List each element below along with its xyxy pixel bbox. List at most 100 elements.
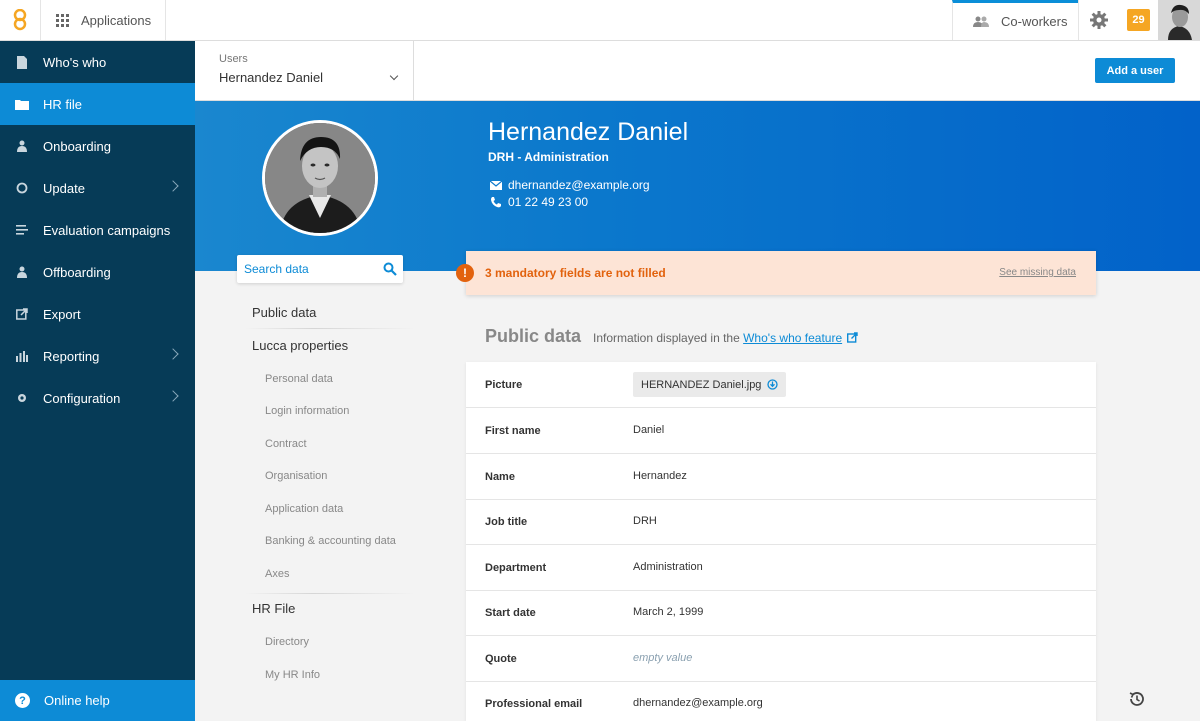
field-value: Daniel <box>633 424 665 436</box>
nav-lucca-properties[interactable]: Lucca properties <box>252 338 348 353</box>
sidebar-item-update[interactable]: Update <box>0 167 195 209</box>
nav-banking-accounting-data[interactable]: Banking & accounting data <box>265 535 396 547</box>
field-value: Administration <box>633 561 703 573</box>
picture-filename: HERNANDEZ Daniel.jpg <box>641 378 762 391</box>
warning-message: 3 mandatory fields are not filled <box>485 266 666 280</box>
field-label: Name <box>485 471 515 483</box>
search-placeholder: Search data <box>244 262 309 276</box>
notification-badge[interactable]: 29 <box>1127 9 1150 31</box>
folder-icon <box>15 97 29 111</box>
field-label: Start date <box>485 607 536 619</box>
sidebar-item-export[interactable]: Export <box>0 293 195 335</box>
mail-icon <box>490 180 502 190</box>
users-caption: Users <box>219 53 248 65</box>
sidebar-item-label: Who's who <box>43 54 107 70</box>
sidebar-item-offboarding[interactable]: Offboarding <box>0 251 195 293</box>
sidebar-item-label: Configuration <box>43 390 121 406</box>
coworkers-button[interactable]: Co-workers <box>952 0 1078 40</box>
export-icon <box>15 307 29 321</box>
settings-button[interactable] <box>1078 0 1119 40</box>
user-avatar[interactable] <box>1158 0 1200 40</box>
nav-directory[interactable]: Directory <box>265 636 309 648</box>
alert-icon: ! <box>456 264 474 282</box>
nav-application-data[interactable]: Application data <box>265 503 343 515</box>
table-row: Picture HERNANDEZ Daniel.jpg <box>466 362 1096 408</box>
people-icon <box>973 16 989 27</box>
section-title: Public data <box>485 326 582 346</box>
nav-public-data[interactable]: Public data <box>252 305 316 320</box>
applications-menu[interactable]: Applications <box>41 0 166 40</box>
field-label: Department <box>485 562 547 574</box>
table-row: Professional email dhernandez@example.or… <box>466 681 1096 721</box>
profile-photo <box>262 120 378 236</box>
user-selector[interactable]: Users Hernandez Daniel <box>195 41 414 100</box>
sidebar-item-onboarding[interactable]: Onboarding <box>0 125 195 167</box>
logo-icon <box>13 9 27 31</box>
sidebar-item-evaluation-campaigns[interactable]: Evaluation campaigns <box>0 209 195 251</box>
field-label: First name <box>485 425 541 437</box>
nav-axes[interactable]: Axes <box>265 568 289 580</box>
coworkers-label: Co-workers <box>1001 14 1068 29</box>
nav-my-hr-info[interactable]: My HR Info <box>265 669 320 681</box>
external-link-icon[interactable] <box>847 332 859 343</box>
profile-name: Hernandez Daniel <box>488 118 689 146</box>
table-row: Quote empty value <box>466 636 1096 682</box>
mandatory-fields-warning: ! 3 mandatory fields are not filled See … <box>456 251 1096 295</box>
lucca-logo[interactable] <box>0 0 41 40</box>
nav-contract[interactable]: Contract <box>265 438 307 450</box>
nav-hr-file[interactable]: HR File <box>252 601 295 616</box>
sidebar-item-label: HR file <box>43 96 83 112</box>
nav-divider <box>245 328 415 329</box>
online-help-button[interactable]: ? Online help <box>0 680 195 721</box>
nav-organisation[interactable]: Organisation <box>265 470 327 482</box>
profile-department: DRH - Administration <box>488 150 609 164</box>
sidebar-item-reporting[interactable]: Reporting <box>0 335 195 377</box>
picture-file-chip[interactable]: HERNANDEZ Daniel.jpg <box>633 372 787 397</box>
sidebar-item-label: Reporting <box>43 348 100 364</box>
sidebar-item-hr-file[interactable]: HR file <box>0 83 195 125</box>
field-label: Professional email <box>485 698 583 710</box>
whos-who-link[interactable]: Who's who feature <box>743 331 842 345</box>
apps-grid-icon <box>56 13 69 27</box>
field-label: Quote <box>485 653 517 665</box>
list-icon <box>15 223 29 237</box>
bar-chart-icon <box>15 349 29 363</box>
chevron-right-icon <box>167 390 179 402</box>
chevron-right-icon <box>167 180 179 192</box>
search-input[interactable]: Search data <box>237 255 403 283</box>
public-data-table: Picture HERNANDEZ Daniel.jpg First name … <box>466 362 1096 721</box>
field-label: Job title <box>485 516 528 528</box>
sidebar-item-label: Update <box>43 180 85 196</box>
field-label: Picture <box>485 379 523 391</box>
section-info-text: Information displayed in the <box>593 331 740 345</box>
table-row: Job title DRH <box>466 499 1096 545</box>
field-value-empty: empty value <box>633 652 693 664</box>
applications-label: Applications <box>81 12 152 28</box>
gear-icon <box>1090 11 1108 29</box>
refresh-icon <box>15 181 29 195</box>
sidebar-item-label: Onboarding <box>43 138 111 154</box>
search-icon <box>383 262 397 276</box>
see-missing-data-link[interactable]: See missing data <box>999 267 1076 278</box>
history-icon[interactable] <box>1128 690 1146 708</box>
sidebar-item-configuration[interactable]: Configuration <box>0 377 195 419</box>
add-user-button[interactable]: Add a user <box>1095 58 1175 83</box>
nav-personal-data[interactable]: Personal data <box>265 373 333 385</box>
profile-phone[interactable]: 01 22 49 23 00 <box>490 195 588 209</box>
nav-login-information[interactable]: Login information <box>265 405 349 417</box>
field-value: dhernandez@example.org <box>633 697 763 709</box>
nav-divider <box>245 593 415 594</box>
sidebar-item-whos-who[interactable]: Who's who <box>0 41 195 83</box>
online-help-label: Online help <box>44 693 110 708</box>
phone-value: 01 22 49 23 00 <box>508 195 589 209</box>
top-bar: Applications Co-workers 29 <box>0 0 1200 41</box>
table-row: Start date March 2, 1999 <box>466 590 1096 636</box>
profile-email[interactable]: dhernandez@example.org <box>490 178 650 192</box>
document-icon <box>15 55 29 69</box>
download-icon <box>767 379 779 390</box>
gear-icon <box>15 391 29 405</box>
field-value: Hernandez <box>633 470 687 482</box>
table-row: Department Administration <box>466 545 1096 591</box>
sidebar-item-label: Evaluation campaigns <box>43 222 171 238</box>
person-icon <box>15 139 29 153</box>
